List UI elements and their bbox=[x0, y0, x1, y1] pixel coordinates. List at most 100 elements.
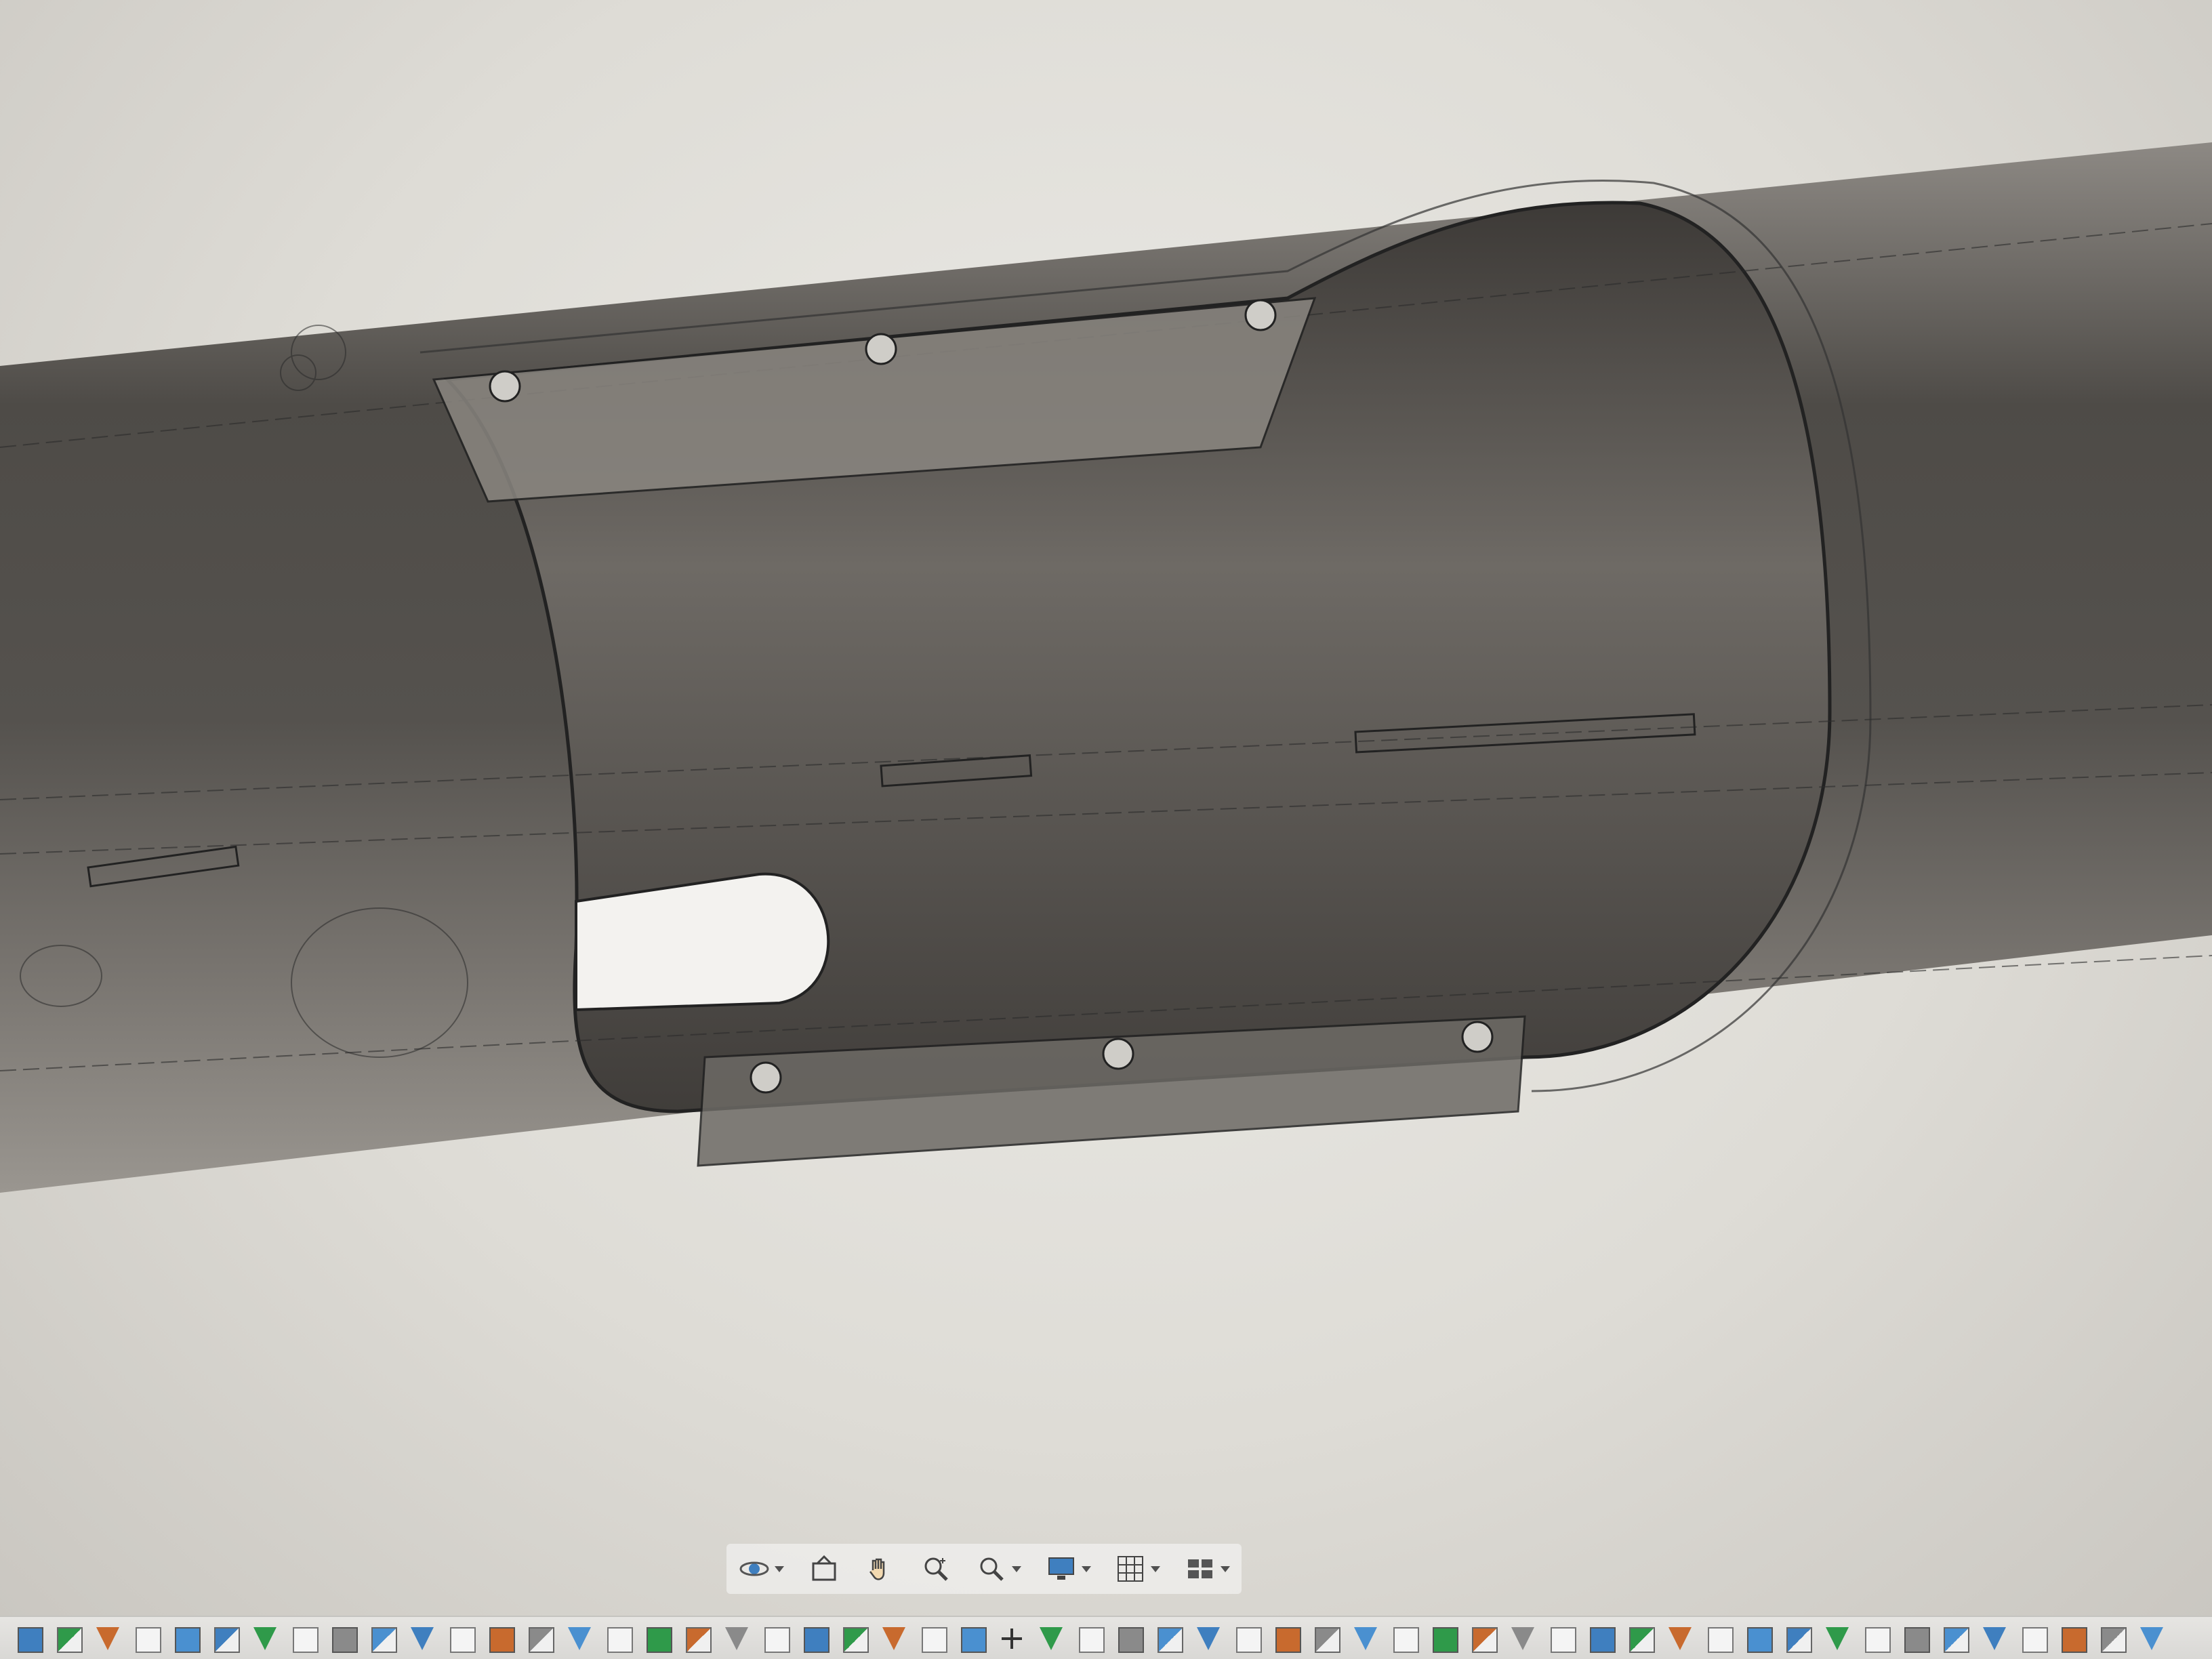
tool-icon bbox=[489, 1627, 515, 1653]
grid-button[interactable] bbox=[1110, 1549, 1164, 1589]
timeline-tool-button[interactable] bbox=[682, 1622, 714, 1654]
tool-icon bbox=[568, 1627, 591, 1650]
pin bbox=[865, 333, 897, 365]
timeline-tool-button[interactable] bbox=[1704, 1622, 1736, 1654]
tool-icon bbox=[1629, 1627, 1655, 1653]
timeline-tool-button[interactable] bbox=[210, 1622, 243, 1654]
timeline-tool-button[interactable] bbox=[131, 1622, 164, 1654]
timeline-tool-button[interactable] bbox=[14, 1622, 46, 1654]
timeline-tool-button[interactable] bbox=[92, 1622, 125, 1654]
timeline-tool-button[interactable] bbox=[1429, 1622, 1461, 1654]
orbit-button[interactable] bbox=[734, 1549, 788, 1589]
timeline-tool-button[interactable] bbox=[1389, 1622, 1422, 1654]
timeline-tool-button[interactable] bbox=[1193, 1622, 1225, 1654]
timeline-tool-button[interactable] bbox=[2097, 1622, 2129, 1654]
timeline-tool-button[interactable] bbox=[839, 1622, 872, 1654]
tool-icon bbox=[1668, 1627, 1692, 1650]
tool-icon bbox=[2022, 1627, 2048, 1653]
tool-icon bbox=[1315, 1627, 1340, 1653]
timeline-tool-button[interactable] bbox=[1979, 1622, 2011, 1654]
display-settings-icon bbox=[1048, 1557, 1074, 1580]
navigation-bar bbox=[726, 1544, 1242, 1594]
tool-icon bbox=[1079, 1627, 1105, 1653]
timeline-tool-button[interactable] bbox=[1075, 1622, 1107, 1654]
tool-icon bbox=[18, 1627, 43, 1653]
timeline-tool-button[interactable] bbox=[1350, 1622, 1382, 1654]
timeline-tool-button[interactable] bbox=[1625, 1622, 1658, 1654]
tool-icon bbox=[529, 1627, 554, 1653]
timeline-tool-button[interactable] bbox=[1232, 1622, 1265, 1654]
look-at-button[interactable] bbox=[804, 1549, 844, 1589]
tool-icon bbox=[764, 1627, 790, 1653]
timeline-tool-button[interactable] bbox=[289, 1622, 321, 1654]
timeline-tool-button[interactable] bbox=[957, 1622, 989, 1654]
timeline-tool-button[interactable] bbox=[1507, 1622, 1540, 1654]
timeline-tool-button[interactable] bbox=[603, 1622, 636, 1654]
timeline-tool-button[interactable] bbox=[407, 1622, 439, 1654]
zoom-button[interactable] bbox=[916, 1549, 956, 1589]
chevron-down-icon[interactable] bbox=[1081, 1565, 1091, 1572]
timeline-tool-button[interactable] bbox=[1861, 1622, 1893, 1654]
timeline-tool-button[interactable] bbox=[2136, 1622, 2169, 1654]
timeline-tool-button[interactable] bbox=[721, 1622, 754, 1654]
timeline-tool-button[interactable] bbox=[1468, 1622, 1500, 1654]
tool-icon bbox=[1865, 1627, 1891, 1653]
timeline-tool-button[interactable] bbox=[800, 1622, 832, 1654]
tool-icon bbox=[1904, 1627, 1930, 1653]
timeline-tool-button[interactable] bbox=[485, 1622, 518, 1654]
timeline-tool-button[interactable] bbox=[249, 1622, 282, 1654]
timeline-tool-button[interactable] bbox=[642, 1622, 675, 1654]
display-settings-button[interactable] bbox=[1041, 1549, 1095, 1589]
timeline-tool-button[interactable] bbox=[53, 1622, 85, 1654]
timeline-tool-button[interactable] bbox=[1743, 1622, 1776, 1654]
timeline-tool-button[interactable] bbox=[1271, 1622, 1304, 1654]
timeline-tool-button[interactable] bbox=[1822, 1622, 1854, 1654]
tool-icon bbox=[136, 1627, 161, 1653]
tool-icon bbox=[1786, 1627, 1812, 1653]
timeline-tool-button[interactable] bbox=[1664, 1622, 1697, 1654]
timeline-tool-button[interactable] bbox=[1547, 1622, 1579, 1654]
tool-icon bbox=[1511, 1627, 1534, 1650]
tool-icon bbox=[1118, 1627, 1144, 1653]
tool-icon bbox=[1197, 1627, 1220, 1650]
timeline-tool-button[interactable] bbox=[367, 1622, 400, 1654]
timeline-tool-button[interactable] bbox=[525, 1622, 557, 1654]
timeline-tool-button[interactable] bbox=[1036, 1622, 1068, 1654]
tool-icon bbox=[1590, 1627, 1616, 1653]
chevron-down-icon[interactable] bbox=[1151, 1565, 1161, 1572]
tool-icon bbox=[1944, 1627, 1969, 1653]
timeline-tool-button[interactable] bbox=[1586, 1622, 1618, 1654]
timeline-tool-button[interactable] bbox=[564, 1622, 596, 1654]
zoom-window-button[interactable] bbox=[971, 1549, 1025, 1589]
timeline-tool-button[interactable] bbox=[1153, 1622, 1186, 1654]
tool-icon bbox=[1826, 1627, 1849, 1650]
zoom-icon bbox=[924, 1557, 948, 1581]
timeline-tool-button[interactable] bbox=[1114, 1622, 1147, 1654]
timeline-tool-button[interactable] bbox=[171, 1622, 203, 1654]
timeline-tool-button[interactable] bbox=[1782, 1622, 1815, 1654]
timeline-tool-button[interactable] bbox=[1940, 1622, 1972, 1654]
timeline-tool-button[interactable] bbox=[328, 1622, 361, 1654]
timeline-tool-button[interactable] bbox=[446, 1622, 478, 1654]
chevron-down-icon[interactable] bbox=[1012, 1565, 1022, 1572]
tool-icon bbox=[175, 1627, 201, 1653]
tool-icon bbox=[647, 1627, 672, 1653]
chevron-down-icon[interactable] bbox=[1220, 1565, 1230, 1572]
orbit-icon bbox=[739, 1561, 769, 1576]
timeline-tool-button[interactable] bbox=[1900, 1622, 1933, 1654]
timeline-tool-button[interactable] bbox=[1311, 1622, 1343, 1654]
pan-button[interactable] bbox=[859, 1549, 900, 1589]
timeline-tool-button[interactable] bbox=[878, 1622, 911, 1654]
tool-icon bbox=[1983, 1627, 2006, 1650]
tool-icon bbox=[411, 1627, 434, 1650]
chevron-down-icon[interactable] bbox=[775, 1565, 785, 1572]
timeline-tool-button[interactable] bbox=[2057, 1622, 2090, 1654]
timeline-tool-button[interactable] bbox=[760, 1622, 793, 1654]
3d-viewport[interactable] bbox=[0, 0, 2212, 1659]
tool-icon bbox=[96, 1627, 119, 1650]
timeline-tool-button[interactable] bbox=[996, 1622, 1029, 1654]
timeline-tool-button[interactable] bbox=[918, 1622, 950, 1654]
viewports-button[interactable] bbox=[1180, 1549, 1234, 1589]
tool-icon bbox=[57, 1627, 83, 1653]
timeline-tool-button[interactable] bbox=[2018, 1622, 2051, 1654]
